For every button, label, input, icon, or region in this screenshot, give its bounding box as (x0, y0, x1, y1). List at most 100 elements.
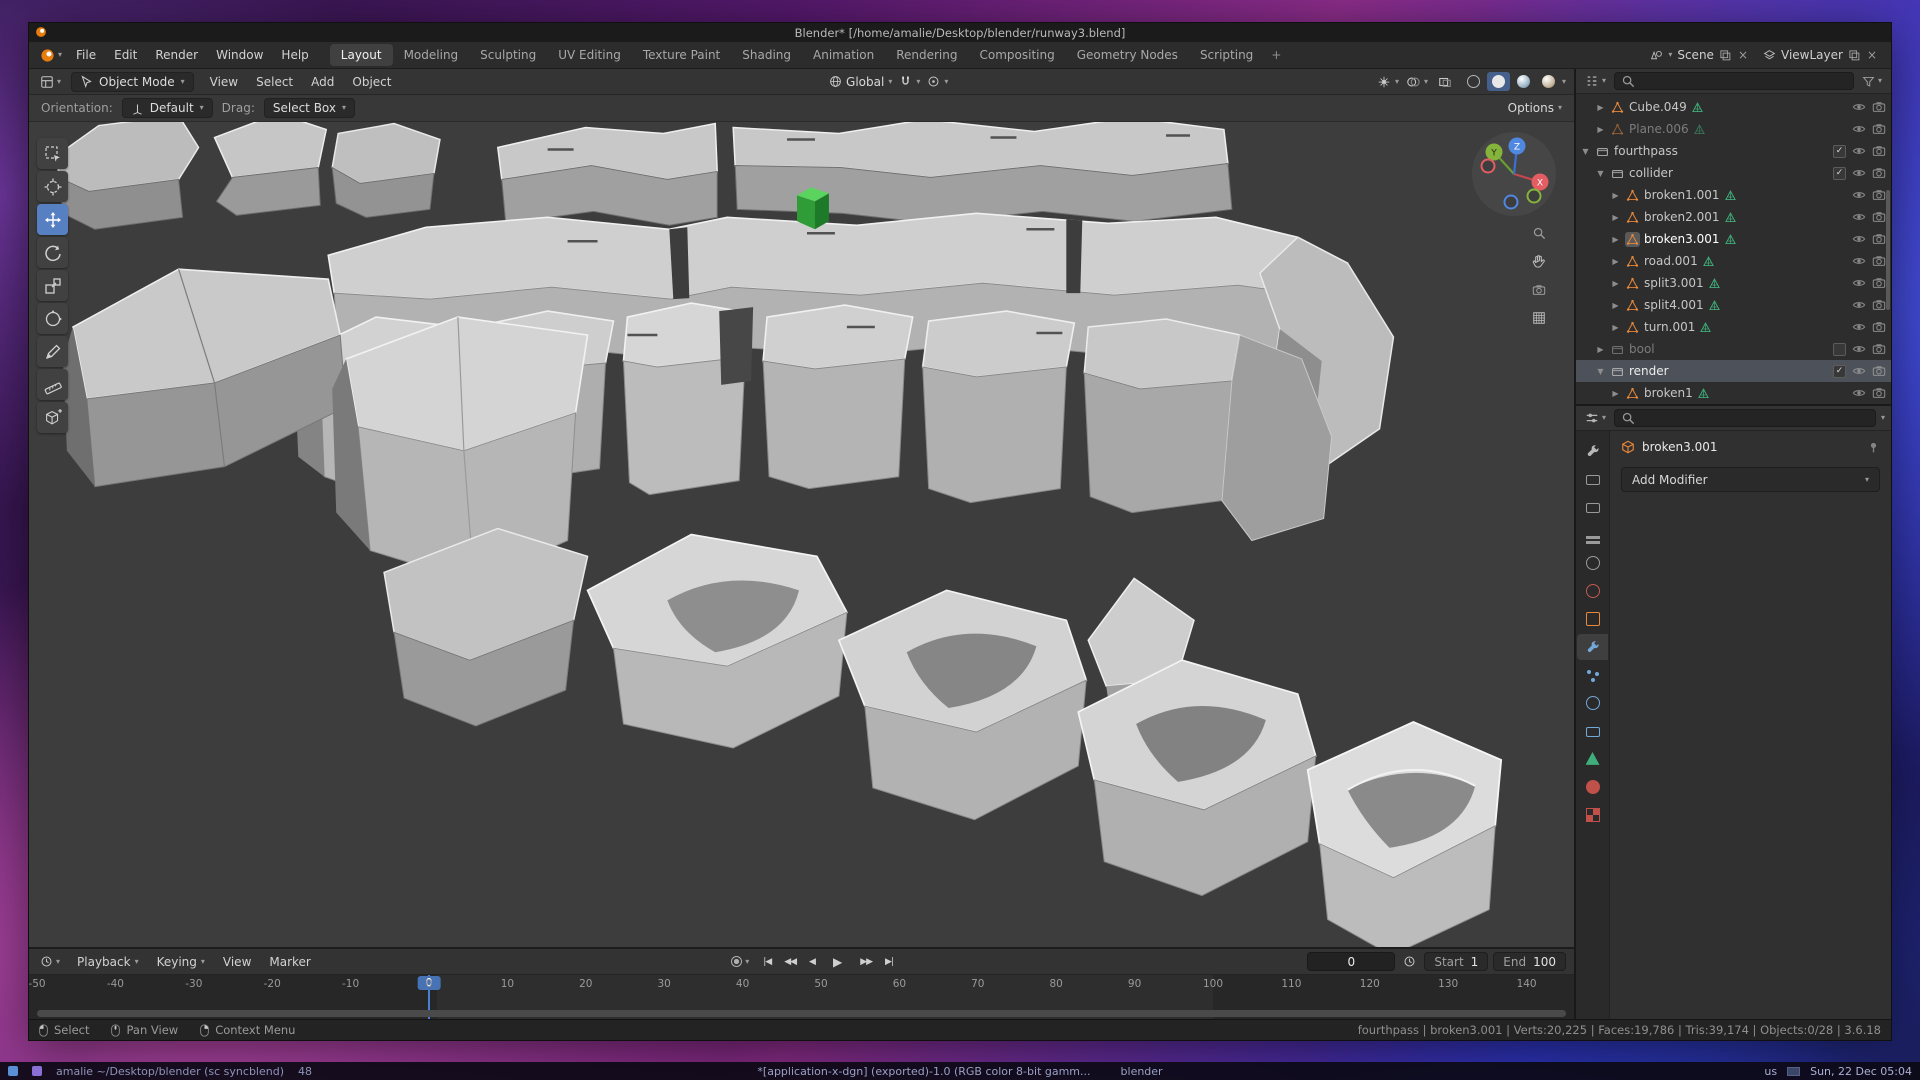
outliner-scrollbar[interactable] (1886, 190, 1890, 310)
hide-in-viewport-eye-icon[interactable] (1852, 210, 1866, 224)
outliner-row-Cube.049[interactable]: ▶Cube.049 (1576, 96, 1891, 118)
collection-checkbox[interactable] (1833, 343, 1846, 356)
shading-material-button[interactable] (1512, 72, 1535, 91)
use-preview-range-button[interactable] (1400, 953, 1419, 970)
keyboard-layout-indicator[interactable]: us (1764, 1065, 1777, 1078)
taskbar-app-icon[interactable] (8, 1066, 18, 1076)
workspace-tab-rendering[interactable]: Rendering (885, 44, 968, 66)
collection-checkbox[interactable]: ✓ (1833, 365, 1846, 378)
properties-tab-modifiers[interactable] (1577, 634, 1608, 660)
hide-in-viewport-eye-icon[interactable] (1852, 166, 1866, 180)
3d-viewport[interactable]: X Y Z (29, 122, 1574, 947)
ortho-grid-icon[interactable] (1532, 311, 1546, 325)
disclosure-arrow-icon[interactable]: ▶ (1610, 389, 1621, 398)
workspace-tab-animation[interactable]: Animation (802, 44, 885, 66)
outliner-editor-type-button[interactable]: ▾ (1582, 72, 1609, 90)
hide-in-viewport-eye-icon[interactable] (1852, 342, 1866, 356)
timeline-scrollbar[interactable] (37, 1010, 1566, 1017)
menu-edit[interactable]: Edit (105, 45, 146, 65)
timeline-menu-view[interactable]: View (214, 952, 260, 972)
proportional-editing-toggle[interactable]: ▾ (927, 75, 948, 88)
disable-in-renders-camera-icon[interactable] (1872, 232, 1886, 246)
tool-select-box[interactable] (37, 138, 68, 169)
outliner-row-road.001[interactable]: ▶road.001 (1576, 250, 1891, 272)
collection-checkbox[interactable]: ✓ (1833, 167, 1846, 180)
drag-dropdown[interactable]: Select Box ▾ (264, 98, 355, 118)
timeline-menu-marker[interactable]: Marker (260, 952, 319, 972)
outliner-row-render[interactable]: ▼render✓ (1576, 360, 1891, 382)
tool-move[interactable] (37, 204, 68, 235)
window-titlebar[interactable]: Blender* [/home/amalie/Desktop/blender/r… (29, 23, 1891, 42)
disable-in-renders-camera-icon[interactable] (1872, 122, 1886, 136)
tool-add-cube[interactable] (37, 402, 68, 433)
snapping-toggle[interactable]: ▾ (899, 75, 920, 88)
disable-in-renders-camera-icon[interactable] (1872, 386, 1886, 400)
hide-in-viewport-eye-icon[interactable] (1852, 320, 1866, 334)
current-frame-field[interactable]: 0 (1307, 952, 1395, 971)
transport-next-keyframe[interactable]: ▶▶ (854, 955, 878, 969)
menu-render[interactable]: Render (146, 45, 207, 65)
shading-rendered-button[interactable] (1537, 72, 1560, 91)
outliner-row-split3.001[interactable]: ▶split3.001 (1576, 272, 1891, 294)
properties-tab-data[interactable] (1577, 746, 1608, 772)
viewport-menu-view[interactable]: View (201, 72, 247, 92)
options-dropdown[interactable]: Options ▾ (1508, 101, 1562, 115)
outliner-row-fourthpass[interactable]: ▼fourthpass✓ (1576, 140, 1891, 162)
disclosure-arrow-icon[interactable]: ▶ (1610, 213, 1621, 222)
disable-in-renders-camera-icon[interactable] (1872, 166, 1886, 180)
hide-in-viewport-eye-icon[interactable] (1852, 188, 1866, 202)
orientation-dropdown[interactable]: Default ▾ (122, 98, 213, 118)
properties-tab-tool[interactable] (1577, 438, 1608, 464)
remove-viewlayer-button[interactable]: × (1865, 48, 1879, 62)
tool-annotate[interactable] (37, 336, 68, 367)
blender-menu-button[interactable]: ▾ (37, 46, 65, 65)
hide-in-viewport-eye-icon[interactable] (1852, 122, 1866, 136)
properties-tab-physics[interactable] (1577, 690, 1608, 716)
outliner-row-collider[interactable]: ▼collider✓ (1576, 162, 1891, 184)
hide-in-viewport-eye-icon[interactable] (1852, 364, 1866, 378)
menu-help[interactable]: Help (272, 45, 317, 65)
viewport-menu-object[interactable]: Object (343, 72, 400, 92)
workspace-tab-layout[interactable]: Layout (330, 44, 393, 66)
workspace-tab-texture-paint[interactable]: Texture Paint (632, 44, 731, 66)
viewport-menu-add[interactable]: Add (302, 72, 343, 92)
disclosure-arrow-icon[interactable]: ▶ (1610, 279, 1621, 288)
hide-in-viewport-eye-icon[interactable] (1852, 298, 1866, 312)
properties-tab-constraints[interactable] (1577, 718, 1608, 744)
shading-wireframe-button[interactable] (1462, 72, 1485, 91)
disable-in-renders-camera-icon[interactable] (1872, 364, 1886, 378)
hide-in-viewport-eye-icon[interactable] (1852, 232, 1866, 246)
tool-rotate[interactable] (37, 237, 68, 268)
properties-tab-material[interactable] (1577, 774, 1608, 800)
mode-dropdown[interactable]: Object Mode ▾ (71, 72, 194, 92)
menu-window[interactable]: Window (207, 45, 272, 65)
workspace-tab-geometry-nodes[interactable]: Geometry Nodes (1066, 44, 1189, 66)
add-modifier-button[interactable]: Add Modifier ▾ (1621, 467, 1880, 492)
disclosure-arrow-icon[interactable]: ▶ (1595, 103, 1606, 112)
hide-in-viewport-eye-icon[interactable] (1852, 276, 1866, 290)
properties-tab-output[interactable] (1577, 494, 1608, 520)
outliner-row-broken1[interactable]: ▶broken1 (1576, 382, 1891, 404)
transport-prev-keyframe[interactable]: ◀◀ (778, 955, 802, 969)
transport-play-reverse[interactable]: ◀ (803, 955, 821, 969)
editor-type-button[interactable]: ▾ (37, 73, 64, 91)
collection-checkbox[interactable]: ✓ (1833, 145, 1846, 158)
hide-in-viewport-eye-icon[interactable] (1852, 254, 1866, 268)
disable-in-renders-camera-icon[interactable] (1872, 100, 1886, 114)
disable-in-renders-camera-icon[interactable] (1872, 320, 1886, 334)
outliner-row-split4.001[interactable]: ▶split4.001 (1576, 294, 1891, 316)
show-gizmo-dropdown[interactable]: ▾ (1377, 75, 1399, 89)
workspace-tab-sculpting[interactable]: Sculpting (469, 44, 547, 66)
disclosure-arrow-icon[interactable]: ▼ (1595, 169, 1606, 178)
outliner-search-input[interactable] (1614, 72, 1854, 90)
outliner-row-turn.001[interactable]: ▶turn.001 (1576, 316, 1891, 338)
timeline-ruler[interactable]: 0 -50-40-30-20-1001020304050607080901001… (29, 975, 1574, 1019)
timeline-editor-type-button[interactable]: ▾ (37, 953, 63, 970)
overlays-dropdown[interactable]: ▾ (1406, 75, 1428, 89)
start-frame-field[interactable]: Start 1 (1424, 952, 1488, 971)
taskbar-app-icon[interactable] (32, 1066, 42, 1076)
disable-in-renders-camera-icon[interactable] (1872, 342, 1886, 356)
scene-selector[interactable]: ▾ Scene × (1646, 46, 1754, 64)
outliner-row-broken1.001[interactable]: ▶broken1.001 (1576, 184, 1891, 206)
disable-in-renders-camera-icon[interactable] (1872, 144, 1886, 158)
